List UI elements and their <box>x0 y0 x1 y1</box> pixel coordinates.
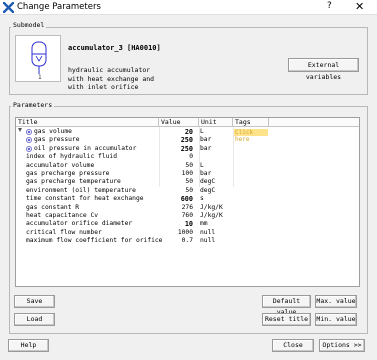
save-button[interactable]: Save <box>14 295 55 308</box>
parameter-unit: null <box>200 237 216 245</box>
parameter-value[interactable]: 250 <box>161 136 193 144</box>
table-row[interactable]: environment (oil) temperature 50 degC <box>16 187 359 195</box>
load-button[interactable]: Load <box>14 313 55 326</box>
description-line: hydraulic accumulator <box>68 66 151 74</box>
parameter-value[interactable]: 50 <box>161 187 193 195</box>
close-icon[interactable]: ✕ <box>355 0 364 13</box>
submodel-description: hydraulic accumulator with heat exchange… <box>68 66 154 92</box>
port-variable-icon <box>26 137 32 144</box>
parameter-unit: bar <box>200 136 212 144</box>
close-label: Close <box>283 341 303 349</box>
table-row[interactable]: accumulator volume 50 L <box>16 162 359 170</box>
load-label: Load <box>26 315 43 323</box>
table-row[interactable]: maximum flow coefficient for orifice 0.7 n… <box>16 237 359 245</box>
parameter-unit: J/kg/K <box>200 212 223 219</box>
options-button[interactable]: Options >> <box>319 339 365 352</box>
parameter-value[interactable]: 250 <box>161 145 193 153</box>
parameter-title: gas precharge pressure <box>26 170 110 177</box>
parameter-value[interactable]: 0 <box>161 153 193 161</box>
column-header-value[interactable]: Value <box>159 118 199 127</box>
parameter-value[interactable]: 760 <box>161 212 193 220</box>
table-row[interactable]: index of hydraulic fluid 0 <box>16 153 359 161</box>
parameter-tags-cell[interactable]: Click here <box>234 129 268 143</box>
table-row[interactable]: heat capacitance Cv 760 J/kg/K <box>16 212 359 220</box>
parameter-unit: degC <box>200 186 216 194</box>
help-label: Help <box>20 341 37 349</box>
parameter-unit: s <box>200 195 204 203</box>
parameter-title: critical flow number <box>26 228 102 236</box>
parameter-unit: bar <box>200 144 212 152</box>
parameter-title: accumulator orifice diameter <box>26 220 133 228</box>
parameters-table[interactable]: Title Value Unit Tags gas volume 20 L Click… <box>15 117 360 287</box>
table-row[interactable]: gas precharge pressure 100 bar <box>16 170 359 178</box>
parameter-unit: bar <box>200 170 212 177</box>
parameter-title: gas precharge temperature <box>26 178 121 186</box>
column-header-tags[interactable]: Tags <box>233 118 269 127</box>
parameter-value[interactable]: 276 <box>161 204 193 212</box>
reset-title-label: Reset title <box>264 315 309 323</box>
parameter-unit: mm <box>200 220 208 228</box>
parameter-title: maximum flow coefficient for orifice <box>26 237 163 245</box>
parameter-value[interactable]: 0.7 <box>161 237 193 245</box>
table-row[interactable]: gas pressure 250 bar <box>16 136 359 144</box>
parameter-unit: L <box>200 128 204 135</box>
submodel-name: accumulator_3 [HA0010] <box>68 44 161 52</box>
table-row[interactable]: accumulator orifice diameter 10 mm <box>16 220 359 228</box>
title-bar: Change Parameters ? ✕ <box>0 0 377 15</box>
parameter-unit: L <box>200 161 204 169</box>
parameter-value[interactable]: 10 <box>161 220 193 228</box>
column-header-unit[interactable]: Unit <box>199 118 233 127</box>
options-label: Options >> <box>322 341 362 349</box>
table-row[interactable]: gas constant R 276 J/kg/K <box>16 204 359 212</box>
parameter-unit: null <box>200 228 216 236</box>
parameter-value[interactable]: 1000 <box>161 229 193 237</box>
parameter-title: heat capacitance Cv <box>26 212 99 219</box>
parameter-value[interactable]: 600 <box>161 195 193 203</box>
help-button[interactable]: Help <box>8 339 49 352</box>
parameter-value[interactable]: 50 <box>161 178 193 186</box>
parameter-unit: degC <box>200 178 216 186</box>
max-value-button[interactable]: Max. value <box>315 295 357 308</box>
parameter-title: accumulator volume <box>26 161 95 169</box>
app-icon <box>3 2 14 13</box>
help-icon[interactable]: ? <box>327 1 332 11</box>
submodel-group-label: Submodel <box>11 21 47 29</box>
table-row[interactable]: oil pressure in accumulator 250 bar <box>16 145 359 153</box>
save-label: Save <box>26 297 43 305</box>
table-row[interactable]: gas precharge temperature 50 degC <box>16 178 359 186</box>
parameters-group-label: Parameters <box>11 101 55 109</box>
parameter-value[interactable]: 50 <box>161 162 193 170</box>
parameter-title: index of hydraulic fluid <box>26 153 117 161</box>
port-variable-icon <box>26 145 32 152</box>
description-line: with heat exchange and <box>68 74 155 83</box>
min-value-button[interactable]: Min. value <box>315 313 357 326</box>
description-line: with inlet orifice <box>68 83 139 91</box>
parameter-value[interactable]: 20 <box>161 128 193 136</box>
column-header-title[interactable]: Title <box>16 118 159 127</box>
table-row[interactable]: critical flow number 1000 null <box>16 229 359 237</box>
min-value-label: Min. value <box>316 315 356 323</box>
external-variables-button[interactable]: External variables <box>288 58 359 81</box>
symbol-port-label: 1 <box>38 74 42 81</box>
parameter-value[interactable]: 100 <box>161 170 193 178</box>
external-variables-label: External variables <box>305 61 342 81</box>
port-variable-icon <box>26 129 32 135</box>
parameter-title: environment (oil) temperature <box>26 186 136 194</box>
parameter-title: gas pressure <box>34 136 80 144</box>
max-value-label: Max. value <box>316 297 356 305</box>
reset-title-button[interactable]: Reset title <box>262 313 311 326</box>
submodel-symbol: 1 <box>15 35 61 82</box>
parameter-title: gas volume <box>34 128 72 135</box>
parameter-unit: J/kg/K <box>200 203 223 211</box>
parameter-title: oil pressure in accumulator <box>34 144 137 152</box>
close-button[interactable]: Close <box>272 339 314 352</box>
table-header: Title Value Unit Tags <box>16 118 359 127</box>
parameter-title: time constant for heat exchange <box>26 195 144 203</box>
default-value-button[interactable]: Default value <box>262 295 311 316</box>
parameter-title: gas constant R <box>26 203 80 211</box>
table-row[interactable]: time constant for heat exchange 600 s <box>16 195 359 203</box>
window-title: Change Parameters <box>17 2 101 12</box>
table-row[interactable]: gas volume 20 L Click here <box>16 128 359 143</box>
